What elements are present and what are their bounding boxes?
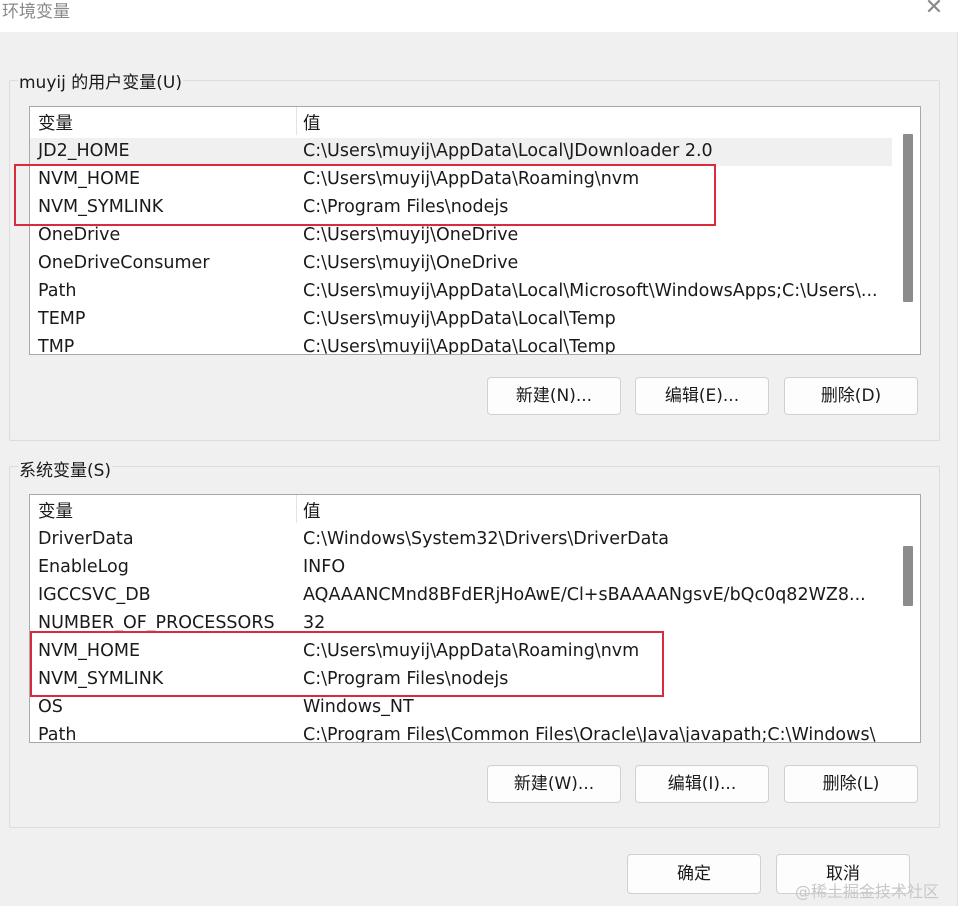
- variable-name: NUMBER_OF_PROCESSORS: [38, 613, 275, 633]
- column-separator[interactable]: [296, 107, 297, 135]
- variable-value: C:\Program Files\Common Files\Oracle\Jav…: [303, 725, 876, 743]
- table-row[interactable]: DriverData C:\Windows\System32\Drivers\D…: [30, 526, 892, 554]
- scrollbar-thumb[interactable]: [903, 134, 913, 302]
- variable-value: Windows_NT: [303, 697, 414, 717]
- window-edge: [957, 32, 962, 906]
- system-delete-button[interactable]: 删除(L): [784, 765, 918, 803]
- column-header-value[interactable]: 值: [303, 498, 321, 523]
- variable-value: C:\Users\muyij\OneDrive: [303, 253, 519, 273]
- title-bar: 环境变量 ✕: [0, 0, 962, 32]
- list-header: 变量 值: [30, 495, 892, 523]
- user-edit-button[interactable]: 编辑(E)...: [635, 377, 769, 415]
- system-edit-button[interactable]: 编辑(I)...: [635, 765, 769, 803]
- watermark: @稀土掘金技术社区: [795, 882, 940, 901]
- table-row[interactable]: OS Windows_NT: [30, 694, 892, 722]
- variable-value: C:\Windows\System32\Drivers\DriverData: [303, 529, 669, 549]
- variable-name: TEMP: [38, 309, 86, 329]
- user-variables-label: muyij 的用户变量(U): [18, 68, 183, 93]
- system-new-button[interactable]: 新建(W)...: [487, 765, 621, 803]
- user-variables-list[interactable]: 变量 值 JD2_HOME C:\Users\muyij\AppData\Loc…: [29, 106, 921, 355]
- user-delete-button[interactable]: 删除(D): [784, 377, 918, 415]
- system-variables-list[interactable]: 变量 值 DriverData C:\Windows\System32\Driv…: [29, 494, 921, 743]
- ok-button[interactable]: 确定: [627, 854, 761, 894]
- variable-name: OneDriveConsumer: [38, 253, 210, 273]
- variable-name: Path: [38, 281, 77, 301]
- variable-value: 32: [303, 613, 326, 633]
- variable-name: JD2_HOME: [38, 141, 130, 161]
- variable-name: IGCCSVC_DB: [38, 585, 151, 605]
- window-title: 环境变量: [2, 2, 70, 22]
- table-row[interactable]: JD2_HOME C:\Users\muyij\AppData\Local\JD…: [30, 138, 892, 166]
- column-header-name[interactable]: 变量: [38, 498, 73, 523]
- table-row[interactable]: Path C:\Program Files\Common Files\Oracl…: [30, 722, 892, 743]
- table-row[interactable]: TMP C:\Users\muyij\AppData\Local\Temp: [30, 334, 892, 355]
- column-header-value[interactable]: 值: [303, 110, 321, 135]
- variable-name: DriverData: [38, 529, 134, 549]
- variable-name: OneDrive: [38, 225, 121, 245]
- variable-name: Path: [38, 725, 77, 743]
- variable-value: C:\Users\muyij\AppData\Local\Temp: [303, 337, 616, 355]
- system-variables-label: 系统变量(S): [18, 456, 113, 481]
- table-row[interactable]: TEMP C:\Users\muyij\AppData\Local\Temp: [30, 306, 892, 334]
- highlight-box: [30, 631, 664, 697]
- vertical-scrollbar[interactable]: [893, 107, 920, 354]
- variable-value: C:\Users\muyij\OneDrive: [303, 225, 519, 245]
- table-row[interactable]: OneDrive C:\Users\muyij\OneDrive: [30, 222, 892, 250]
- variable-value: AQAAANCMnd8BFdERjHoAwE/Cl+sBAAAANgsvE/bQ…: [303, 585, 866, 605]
- column-header-name[interactable]: 变量: [38, 110, 73, 135]
- table-row[interactable]: IGCCSVC_DB AQAAANCMnd8BFdERjHoAwE/Cl+sBA…: [30, 582, 892, 610]
- variable-name: TMP: [38, 337, 75, 355]
- table-row[interactable]: OneDriveConsumer C:\Users\muyij\OneDrive: [30, 250, 892, 278]
- user-new-button[interactable]: 新建(N)...: [487, 377, 621, 415]
- column-separator[interactable]: [296, 495, 297, 523]
- variable-name: EnableLog: [38, 557, 129, 577]
- variable-name: OS: [38, 697, 63, 717]
- variable-value: C:\Users\muyij\AppData\Local\Microsoft\W…: [303, 281, 878, 301]
- variable-value: INFO: [303, 557, 346, 577]
- variable-value: C:\Users\muyij\AppData\Local\Temp: [303, 309, 616, 329]
- close-icon[interactable]: ✕: [920, 0, 948, 21]
- table-row[interactable]: EnableLog INFO: [30, 554, 892, 582]
- variable-value: C:\Users\muyij\AppData\Local\JDownloader…: [303, 141, 713, 161]
- scrollbar-thumb[interactable]: [903, 546, 913, 606]
- list-header: 变量 值: [30, 107, 892, 135]
- vertical-scrollbar[interactable]: [893, 495, 920, 742]
- highlight-box: [14, 164, 716, 226]
- table-row[interactable]: Path C:\Users\muyij\AppData\Local\Micros…: [30, 278, 892, 306]
